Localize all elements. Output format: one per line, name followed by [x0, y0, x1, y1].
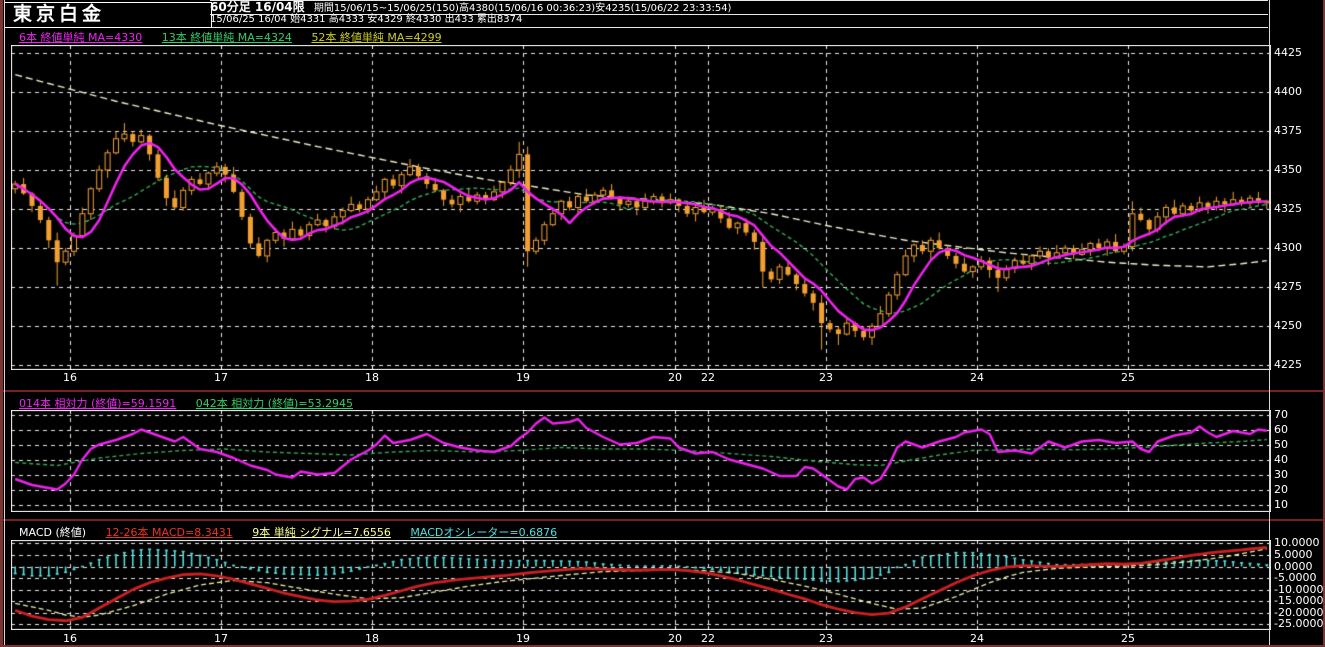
- rsi-axis-label: 50: [1274, 438, 1288, 451]
- macd-axis-label: -25.0000: [1274, 617, 1324, 630]
- period-info: 期間15/06/15~15/06/25(150)高4380(15/06/16 0…: [313, 3, 732, 14]
- price-axis-label: 4250: [1274, 319, 1302, 332]
- rsi42-legend[interactable]: 042本 相対力 (終値)=53.2945: [196, 397, 353, 410]
- day-label: 16: [63, 371, 77, 384]
- day-label: 20: [668, 632, 682, 645]
- day-label: 23: [819, 371, 833, 384]
- price-axis-label: 4325: [1274, 202, 1302, 215]
- price-axis-label: 4225: [1274, 358, 1302, 371]
- rsi-axis-label: 30: [1274, 468, 1288, 481]
- day-label: 19: [516, 371, 530, 384]
- chart-info-line: 60分足 16/04限 期間15/06/15~15/06/25(150)高438…: [210, 0, 1268, 15]
- day-label: 24: [970, 371, 984, 384]
- ma13-legend[interactable]: 13本 終値単純 MA=4324: [162, 31, 292, 44]
- rsi14-legend[interactable]: 014本 相対力 (終値)=59.1591: [19, 397, 176, 410]
- ma52-legend[interactable]: 52本 終値単純 MA=4299: [311, 31, 441, 44]
- macd-chart-canvas[interactable]: [11, 540, 1271, 630]
- day-label: 19: [516, 632, 530, 645]
- price-chart-canvas[interactable]: [11, 45, 1271, 370]
- day-label: 23: [819, 632, 833, 645]
- price-axis-label: 4300: [1274, 241, 1302, 254]
- window-edge: [4, 0, 5, 645]
- instrument-title: 東京白金: [4, 2, 212, 28]
- day-label: 17: [214, 371, 228, 384]
- price-legend: 6本 終値単純 MA=4330 13本 終値単純 MA=4324 52本 終値単…: [19, 29, 458, 45]
- price-axis-label: 4375: [1274, 124, 1302, 137]
- day-label: 18: [365, 632, 379, 645]
- timeframe-label: 60分足 16/04限: [210, 0, 305, 14]
- day-label: 16: [63, 632, 77, 645]
- day-label: 17: [214, 632, 228, 645]
- macd-signal-legend[interactable]: 9本 単純 シグナル=7.6556: [252, 526, 391, 539]
- macd-osc-legend[interactable]: MACDオシレーター=0.6876: [410, 526, 557, 539]
- chart-app-window: 東京白金 60分足 16/04限 期間15/06/15~15/06/25(150…: [0, 0, 1325, 647]
- macd-title-legend: MACD (終値): [19, 526, 87, 539]
- day-label: 25: [1121, 632, 1135, 645]
- rsi-legend: 014本 相対力 (終値)=59.1591 042本 相対力 (終値)=53.2…: [19, 395, 369, 411]
- ma6-legend[interactable]: 6本 終値単純 MA=4330: [19, 31, 142, 44]
- panel-separator: [3, 519, 1323, 521]
- macd-legend: MACD (終値) 12-26本 MACD=8.3431 9本 単純 シグナル=…: [19, 524, 573, 540]
- day-label: 18: [365, 371, 379, 384]
- session-info: 15/06/25 16/04 始4331 高4333 安4329 終4330 出…: [210, 14, 1268, 28]
- price-axis-label: 4400: [1274, 85, 1302, 98]
- price-axis-label: 4425: [1274, 46, 1302, 59]
- window-edge: [1269, 0, 1270, 645]
- rsi-axis-label: 20: [1274, 483, 1288, 496]
- price-axis-label: 4350: [1274, 163, 1302, 176]
- macd-line-legend[interactable]: 12-26本 MACD=8.3431: [106, 526, 233, 539]
- day-label: 22: [701, 371, 715, 384]
- day-label: 24: [970, 632, 984, 645]
- panel-separator: [3, 390, 1323, 392]
- rsi-axis-label: 40: [1274, 453, 1288, 466]
- rsi-axis-label: 10: [1274, 498, 1288, 511]
- day-label: 22: [701, 632, 715, 645]
- rsi-chart-canvas[interactable]: [11, 410, 1271, 512]
- rsi-axis-label: 70: [1274, 408, 1288, 421]
- day-label: 25: [1121, 371, 1135, 384]
- price-axis-label: 4275: [1274, 280, 1302, 293]
- day-label: 20: [668, 371, 682, 384]
- rsi-axis-label: 60: [1274, 423, 1288, 436]
